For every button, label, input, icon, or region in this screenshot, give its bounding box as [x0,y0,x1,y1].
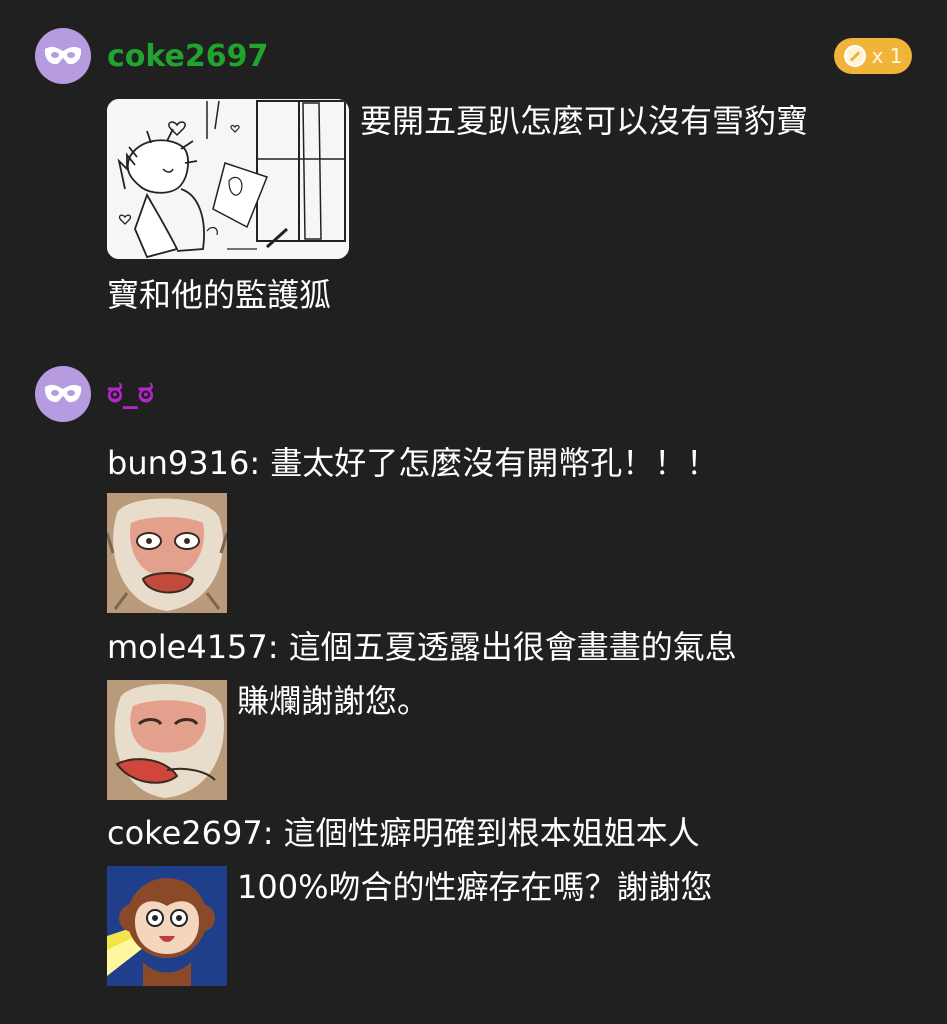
user-avatar[interactable] [35,366,91,422]
comment-line: coke2697: 這個性癖明確到根本姐姐本人 [107,814,700,852]
mask-icon [44,46,82,65]
comment-line: bun9316: 畫太好了怎麼沒有開幣孔！！！ [107,444,719,482]
monkey-sticker[interactable] [107,680,227,800]
monkey-sticker-1 [107,493,227,613]
post-image[interactable] [107,99,349,259]
user-avatar[interactable] [35,28,91,84]
username[interactable]: coke2697 [107,42,268,72]
coin-icon [843,45,866,67]
post-text-line: 寶和他的監護狐 [107,276,332,314]
monkey-sticker[interactable] [107,866,227,986]
comment-line: mole4157: 這個五夏透露出很會畫畫的氣息 [107,628,737,666]
mask-icon [44,384,82,403]
comment-continuation: 100%吻合的性癖存在嗎？謝謝您 [237,868,713,906]
post-text-line: 要開五夏趴怎麼可以沒有雪豹寶 [360,102,809,140]
monkey-sticker-2 [107,680,227,800]
monkey-sticker-3 [107,866,227,986]
monkey-sticker[interactable] [107,493,227,613]
reward-count: x 1 [871,44,903,68]
comment-continuation: 賺爛謝謝您。 [237,682,430,720]
manga-sketch-image [107,99,349,259]
username[interactable]: ಠ_ಠ [107,378,154,408]
reward-badge[interactable]: x 1 [834,38,912,74]
